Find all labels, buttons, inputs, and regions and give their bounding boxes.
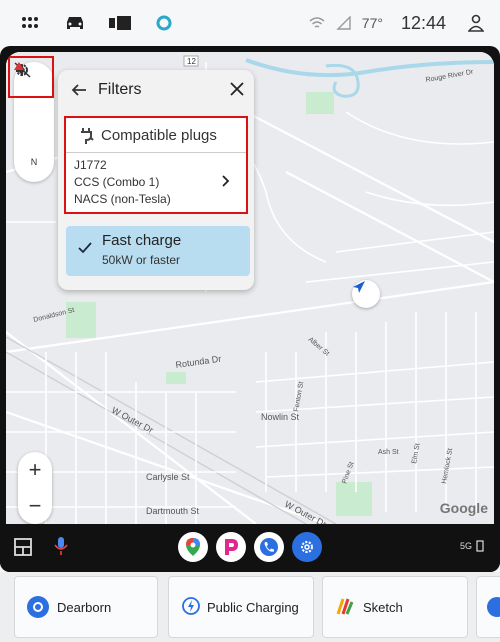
sketch-icon [335, 596, 355, 619]
zoom-control: + − [18, 452, 52, 524]
map-view[interactable]: Rotunda Dr W Outer Dr W Outer Dr Nowlin … [6, 52, 494, 524]
navigation-arrow-icon [353, 281, 365, 293]
street-label: Ash St [378, 449, 399, 456]
pandora-icon[interactable] [216, 532, 246, 562]
phone-icon[interactable] [254, 532, 284, 562]
shortcut-label: Dearborn [57, 599, 112, 615]
media-icon[interactable] [108, 12, 132, 34]
route-shield: 12 [187, 57, 196, 66]
street-label: Nowlin St [261, 412, 300, 422]
shortcut-label: Public Charging [207, 599, 299, 615]
dashboard-icon[interactable] [14, 538, 32, 561]
fast-charge-toggle[interactable]: Fast charge 50kW or faster [66, 226, 250, 276]
microphone-icon[interactable] [54, 536, 68, 561]
current-location-marker [352, 280, 380, 308]
shortcut-sketch[interactable]: Sketch [322, 576, 468, 638]
zoom-out-button[interactable]: − [18, 488, 52, 524]
street-label: Dartmouth St [146, 506, 200, 516]
compass-button[interactable]: N [14, 62, 54, 182]
shortcut-public-charging[interactable]: Public Charging [168, 576, 314, 638]
filters-title: Filters [98, 81, 142, 98]
highlight-box [8, 56, 54, 98]
wifi-icon [306, 16, 328, 30]
shortcut-bar: Dearborn Public Charging Sketch [0, 572, 500, 642]
app-dock: 5G [0, 524, 500, 572]
filters-header: Filters [58, 70, 254, 110]
shortcut-label: Sketch [363, 599, 403, 615]
temperature: 77° [361, 15, 383, 31]
shortcut-more[interactable] [476, 576, 500, 638]
highlight-box [64, 116, 248, 214]
settings-icon[interactable] [292, 532, 322, 562]
battery-icon [476, 540, 484, 552]
network-status: 5G [460, 540, 485, 552]
apps-grid-icon[interactable] [20, 12, 40, 34]
zoom-in-button[interactable]: + [18, 452, 52, 488]
maps-icon[interactable] [178, 532, 208, 562]
fast-charge-title: Fast charge [102, 232, 182, 249]
fast-charge-subtitle: 50kW or faster [102, 253, 181, 267]
charging-icon [181, 596, 201, 619]
filters-panel: Filters Compatible plugs J1772 CCS (Comb… [58, 70, 254, 290]
signal-icon [334, 16, 354, 30]
profile-icon[interactable] [466, 14, 486, 32]
app-icon [487, 597, 500, 617]
network-type: 5G [460, 541, 473, 551]
street-label: Carlysle St [146, 472, 190, 482]
google-attribution: Google [439, 500, 488, 516]
clock: 12:44 [400, 12, 446, 33]
assistant-icon[interactable] [154, 12, 174, 34]
shortcut-dearborn[interactable]: Dearborn [14, 576, 158, 638]
status-bar: 77° 12:44 [0, 0, 500, 46]
mute-button[interactable] [14, 62, 54, 142]
car-icon[interactable] [62, 12, 88, 34]
infotainment-screen: Rotunda Dr W Outer Dr W Outer Dr Nowlin … [0, 46, 500, 572]
compass-label: N [30, 157, 38, 167]
location-icon [27, 596, 49, 618]
